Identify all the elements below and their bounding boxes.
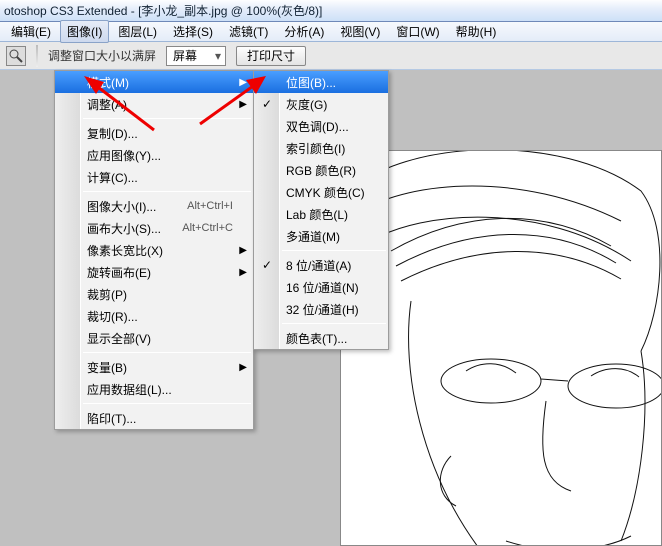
menu-item[interactable]: 裁剪(P)	[55, 283, 253, 305]
work-area: 模式(M) ▶ 调整(A) ▶ 复制(D)... 应用图像(Y)... 计算(C)... 图像…	[0, 70, 662, 546]
menu-item-label: 复制(D)...	[87, 125, 138, 142]
print-size-button[interactable]: 打印尺寸	[236, 46, 306, 66]
menu-item[interactable]: ✓ 8 位/通道(A)	[254, 254, 388, 276]
menu-item[interactable]: 16 位/通道(N)	[254, 276, 388, 298]
menu-item-label: 显示全部(V)	[87, 330, 151, 347]
menu-item[interactable]: 图像大小(I)... Alt+Ctrl+I	[55, 195, 253, 217]
print-size-label: 打印尺寸	[247, 47, 295, 64]
menu-item-label: 旋转画布(E)	[87, 264, 151, 281]
menu-select[interactable]: 选择(S)	[166, 20, 220, 43]
menu-item-label: 8 位/通道(A)	[286, 257, 351, 274]
menu-help[interactable]: 帮助(H)	[449, 20, 504, 43]
menu-item-label: 16 位/通道(N)	[286, 279, 359, 296]
menu-edit[interactable]: 编辑(E)	[4, 20, 58, 43]
menu-item-label: 裁切(R)...	[87, 308, 138, 325]
menu-item-label: 模式(M)	[87, 74, 129, 91]
menu-item[interactable]: 旋转画布(E) ▶	[55, 261, 253, 283]
menu-item-label: 计算(C)...	[87, 169, 138, 186]
menu-item-label: 应用数据组(L)...	[87, 381, 172, 398]
menu-separator	[83, 191, 251, 192]
menu-separator	[83, 403, 251, 404]
menu-item-label: 双色调(D)...	[286, 118, 349, 135]
menu-item-label: 颜色表(T)...	[286, 330, 347, 347]
menu-item-label: 像素长宽比(X)	[87, 242, 163, 259]
fit-screen-value: 屏幕	[173, 47, 197, 64]
menu-item[interactable]: Lab 颜色(L)	[254, 203, 388, 225]
menu-separator	[282, 323, 386, 324]
menu-item-label: 画布大小(S)...	[87, 220, 161, 237]
chevron-right-icon: ▶	[239, 77, 247, 88]
options-bar: 调整窗口大小以满屏 屏幕 打印尺寸	[0, 42, 662, 70]
menu-item[interactable]: 颜色表(T)...	[254, 327, 388, 349]
menu-shortcut: Alt+Ctrl+C	[182, 222, 233, 234]
menu-item[interactable]: 双色调(D)...	[254, 115, 388, 137]
check-icon: ✓	[262, 97, 272, 111]
menu-item[interactable]: 复制(D)...	[55, 122, 253, 144]
chevron-right-icon: ▶	[239, 245, 247, 256]
menu-item[interactable]: 计算(C)...	[55, 166, 253, 188]
chevron-right-icon: ▶	[239, 362, 247, 373]
menu-separator	[282, 250, 386, 251]
menu-item-label: 图像大小(I)...	[87, 198, 156, 215]
menu-item-label: CMYK 颜色(C)	[286, 184, 365, 201]
menu-analysis[interactable]: 分析(A)	[277, 20, 331, 43]
menu-item[interactable]: 调整(A) ▶	[55, 93, 253, 115]
menu-item-label: 灰度(G)	[286, 96, 327, 113]
menu-item-label: 位图(B)...	[286, 74, 336, 91]
menu-item[interactable]: 陷印(T)...	[55, 407, 253, 429]
menu-item[interactable]: 像素长宽比(X) ▶	[55, 239, 253, 261]
menu-image[interactable]: 图像(I)	[60, 20, 109, 43]
menu-window[interactable]: 窗口(W)	[389, 20, 446, 43]
menu-item[interactable]: 应用数据组(L)...	[55, 378, 253, 400]
window-title: otoshop CS3 Extended - [李小龙_副本.jpg @ 100…	[4, 2, 322, 19]
menu-layer[interactable]: 图层(L)	[111, 20, 164, 43]
menu-view[interactable]: 视图(V)	[333, 20, 387, 43]
menu-filter[interactable]: 滤镜(T)	[222, 20, 275, 43]
menu-item[interactable]: ✓ 灰度(G)	[254, 93, 388, 115]
chevron-right-icon: ▶	[239, 99, 247, 110]
menu-item-label: 调整(A)	[87, 96, 127, 113]
menu-item[interactable]: 应用图像(Y)...	[55, 144, 253, 166]
menu-item[interactable]: 位图(B)...	[254, 71, 388, 93]
menu-item-label: 变量(B)	[87, 359, 127, 376]
menu-item[interactable]: 多通道(M)	[254, 225, 388, 247]
menu-item[interactable]: 索引颜色(I)	[254, 137, 388, 159]
zoom-tool-icon[interactable]	[6, 46, 26, 66]
menu-item[interactable]: 裁切(R)...	[55, 305, 253, 327]
window-titlebar: otoshop CS3 Extended - [李小龙_副本.jpg @ 100…	[0, 0, 662, 22]
menu-shortcut: Alt+Ctrl+I	[187, 200, 233, 212]
menu-item-label: 应用图像(Y)...	[87, 147, 161, 164]
menu-item-label: 多通道(M)	[286, 228, 340, 245]
check-icon: ✓	[262, 258, 272, 272]
toolbar-separator	[36, 45, 38, 67]
image-menu-dropdown: 模式(M) ▶ 调整(A) ▶ 复制(D)... 应用图像(Y)... 计算(C)... 图像…	[54, 70, 254, 430]
menu-item-label: Lab 颜色(L)	[286, 206, 348, 223]
menu-item-label: 裁剪(P)	[87, 286, 127, 303]
menu-item[interactable]: 画布大小(S)... Alt+Ctrl+C	[55, 217, 253, 239]
menu-item[interactable]: CMYK 颜色(C)	[254, 181, 388, 203]
menu-item-label: 索引颜色(I)	[286, 140, 345, 157]
menu-item-label: RGB 颜色(R)	[286, 162, 356, 179]
menu-separator	[83, 352, 251, 353]
menu-item[interactable]: 32 位/通道(H)	[254, 298, 388, 320]
menubar: 编辑(E) 图像(I) 图层(L) 选择(S) 滤镜(T) 分析(A) 视图(V…	[0, 22, 662, 42]
menu-item-label: 32 位/通道(H)	[286, 301, 359, 318]
resize-window-label: 调整窗口大小以满屏	[48, 47, 156, 64]
menu-item-label: 陷印(T)...	[87, 410, 136, 427]
chevron-right-icon: ▶	[239, 267, 247, 278]
menu-separator	[83, 118, 251, 119]
menu-item[interactable]: 变量(B) ▶	[55, 356, 253, 378]
mode-submenu: 位图(B)... ✓ 灰度(G) 双色调(D)... 索引颜色(I) RGB 颜色(R) C…	[253, 70, 389, 350]
fit-screen-select[interactable]: 屏幕	[166, 46, 226, 66]
menu-item[interactable]: 模式(M) ▶	[55, 71, 253, 93]
menu-item[interactable]: 显示全部(V)	[55, 327, 253, 349]
menu-item[interactable]: RGB 颜色(R)	[254, 159, 388, 181]
